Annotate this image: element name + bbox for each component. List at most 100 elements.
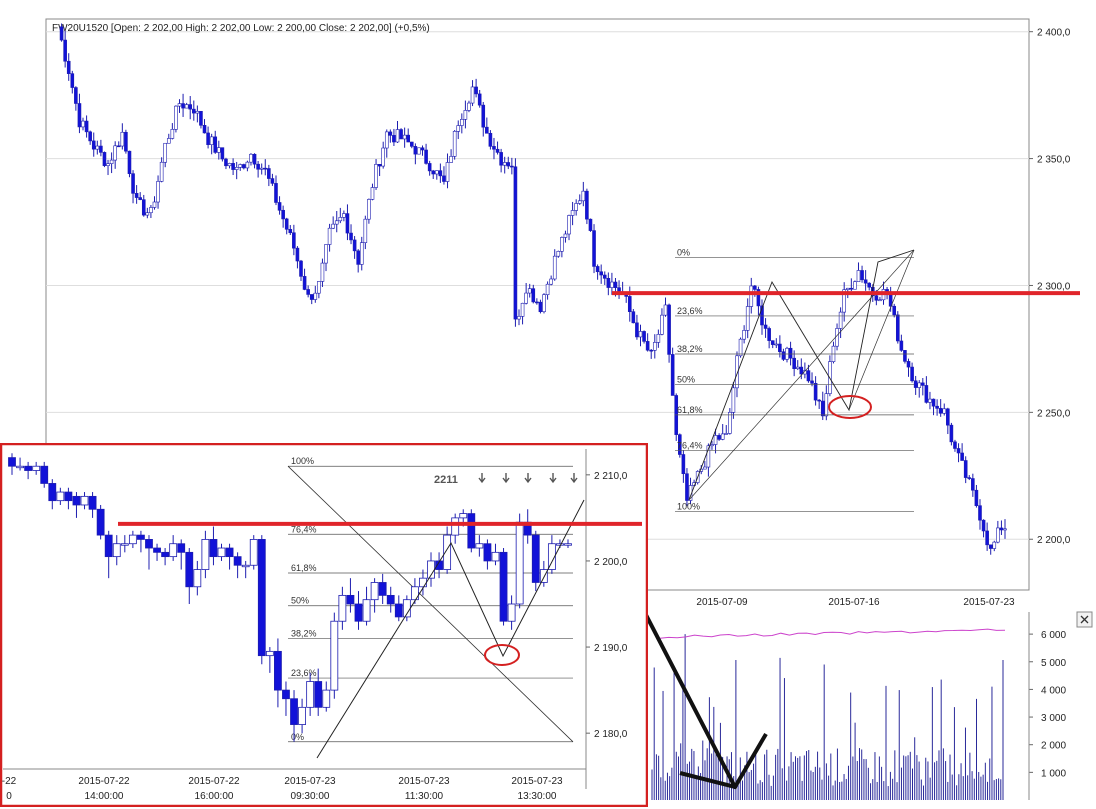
price-candle-body	[113, 145, 117, 161]
price-candle-body	[106, 163, 110, 166]
inset-candle-body	[314, 681, 323, 708]
price-candle-body	[460, 119, 464, 126]
price-candle-body	[349, 232, 353, 241]
price-candle-body	[985, 530, 989, 546]
price-candle-body	[992, 541, 997, 549]
price-candle-body	[99, 145, 103, 153]
price-candle-body	[417, 147, 421, 155]
price-candle-body	[109, 159, 114, 164]
price-candle-body	[209, 136, 214, 145]
price-candle-body	[409, 141, 414, 147]
main-x-tick-label: 2015-07-23	[963, 597, 1015, 608]
price-candle-body	[824, 393, 829, 417]
price-candle-body	[592, 230, 596, 267]
inset-candle-body	[201, 539, 210, 570]
price-candle-body	[742, 330, 746, 340]
price-candle-body	[517, 316, 521, 320]
price-candle-body	[156, 181, 160, 203]
price-candle-body	[452, 131, 457, 157]
price-candle-body	[345, 213, 350, 234]
inset-candle-body	[137, 534, 145, 540]
price-y-tick-label: 2 350,0	[1037, 155, 1071, 166]
price-candle-body	[481, 104, 486, 128]
price-candle-body	[352, 239, 357, 252]
price-candle-body	[191, 108, 196, 114]
inset-candle-body	[282, 689, 290, 700]
inset-x-tick-time: 11:30:00	[405, 791, 444, 802]
price-candle-body	[795, 366, 800, 369]
inset-candle-body	[153, 547, 161, 553]
price-candle-body	[774, 343, 779, 346]
main-x-tick-label: 2015-07-09	[696, 597, 748, 608]
price-candle-body	[531, 288, 536, 303]
price-candle-body	[853, 281, 857, 290]
inset-fib-level-label: 100%	[291, 456, 314, 466]
inset-candle-body	[394, 603, 403, 618]
price-candle-body	[988, 544, 993, 549]
price-candle-body	[663, 304, 668, 316]
inset-candle-body	[145, 539, 153, 549]
price-candle-body	[88, 131, 92, 142]
price-candle-body	[456, 125, 461, 132]
inset-x-tick-time: 09:30:00	[291, 791, 330, 802]
price-candle-body	[59, 26, 64, 41]
price-candle-body	[395, 129, 400, 143]
inset-candle-body	[40, 465, 49, 484]
inset-x-tick-time: 16:00:00	[195, 791, 234, 802]
price-candle-body	[921, 382, 925, 386]
price-candle-body	[835, 328, 839, 347]
price-candle-body	[274, 183, 278, 203]
price-candle-body	[342, 213, 346, 218]
price-candle-body	[177, 103, 182, 107]
price-candle-body	[710, 444, 714, 447]
price-candle-body	[277, 202, 282, 211]
price-y-tick-label: 2 400,0	[1037, 28, 1071, 39]
price-candle-body	[792, 357, 796, 369]
inset-candle-body	[161, 551, 170, 558]
price-candle-body	[91, 140, 96, 150]
price-candle-body	[867, 282, 872, 288]
inset-candle-body	[169, 543, 178, 558]
inset-candle-body	[128, 534, 137, 545]
price-candle-body	[946, 408, 950, 426]
price-candle-body	[363, 218, 368, 243]
inset-candle-body	[48, 483, 57, 502]
price-y-tick-label: 2 200,0	[1037, 535, 1071, 546]
price-candle-body	[788, 347, 793, 359]
price-candle-body	[913, 380, 918, 388]
price-candle-body	[116, 145, 121, 148]
price-candle-body	[981, 519, 986, 532]
price-candle-body	[892, 305, 897, 316]
inset-candle-body	[499, 551, 508, 622]
inset-fib-level-label: 50%	[291, 596, 309, 606]
inset-candle-body	[354, 603, 363, 622]
price-candle-body	[66, 60, 71, 74]
price-candle-body	[242, 164, 246, 169]
price-candle-body	[967, 477, 972, 479]
price-candle-body	[145, 212, 150, 216]
price-candle-body	[124, 131, 128, 152]
price-candle-body	[649, 349, 654, 352]
price-candle-body	[588, 218, 593, 231]
inset-x-tick-date: 2015-07-23	[284, 776, 336, 787]
price-candle-body	[463, 110, 468, 120]
inset-x-tick-date: 2015-07-23	[398, 776, 450, 787]
price-candle-body	[356, 250, 360, 265]
price-candle-body	[502, 162, 507, 166]
price-candle-body	[635, 322, 639, 338]
price-candle-body	[413, 146, 418, 155]
price-candle-body	[810, 380, 814, 384]
price-candle-body	[878, 299, 882, 302]
inset-candle-body	[419, 577, 427, 588]
price-candle-body	[602, 274, 607, 279]
price-candle-body	[442, 175, 446, 182]
price-candle-body	[331, 223, 335, 229]
price-candle-body	[434, 170, 439, 175]
main-fib-level-label: 23,6%	[677, 306, 703, 316]
price-candle-body	[770, 340, 775, 345]
price-candle-body	[324, 244, 328, 264]
price-candle-body	[910, 366, 914, 382]
price-candle-body	[234, 167, 239, 170]
main-fib-level-label: 61,8%	[677, 405, 703, 415]
inset-candle-body	[539, 569, 548, 583]
